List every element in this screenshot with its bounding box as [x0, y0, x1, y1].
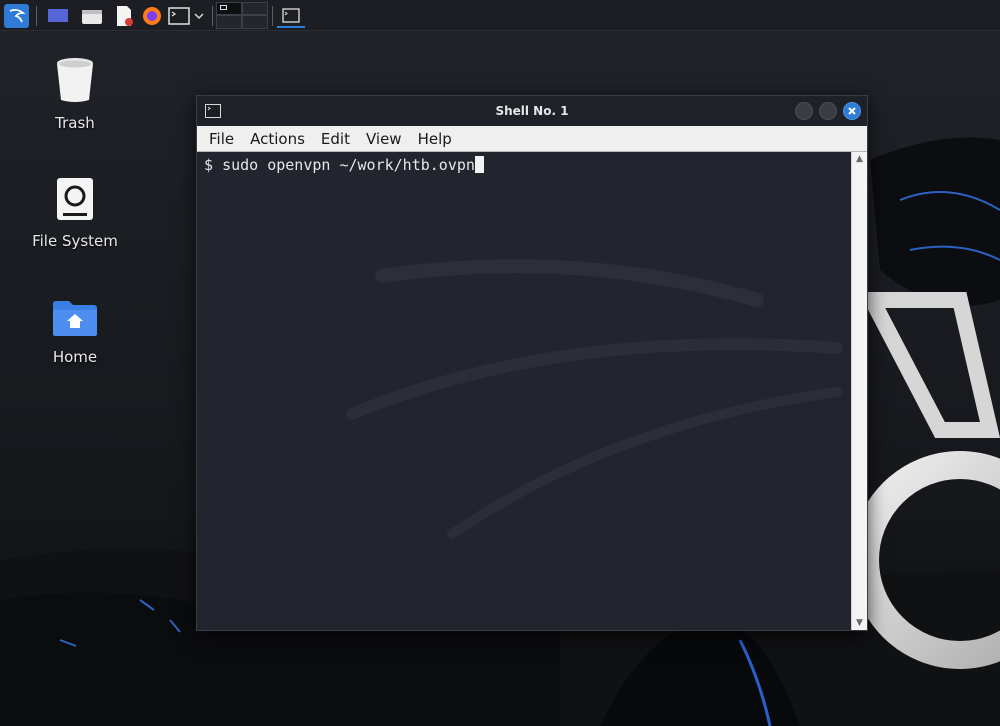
kali-dragon-watermark [346, 259, 843, 539]
close-button[interactable] [843, 102, 861, 120]
window-title: Shell No. 1 [495, 104, 569, 118]
panel-separator [272, 6, 273, 26]
kali-menu-icon [9, 8, 25, 23]
workspace-1[interactable] [216, 2, 242, 15]
terminal-launcher-button[interactable] [167, 4, 191, 28]
terminal-output[interactable]: $ sudo openvpn ~/work/htb.ovpn [197, 152, 851, 630]
terminal-task-icon [282, 7, 300, 23]
menu-edit[interactable]: Edit [313, 130, 358, 148]
file-manager-button[interactable] [78, 4, 106, 28]
taskbar-terminal-task[interactable] [277, 4, 305, 28]
maximize-button[interactable] [819, 102, 837, 120]
menu-file[interactable]: File [201, 130, 242, 148]
terminal-window[interactable]: Shell No. 1 File Actions Edit View Help … [196, 95, 868, 631]
kali-menu-button[interactable] [4, 4, 29, 28]
desktop-icon-label: File System [32, 232, 118, 250]
menu-help[interactable]: Help [410, 130, 460, 148]
desktop-icon-label: Trash [55, 114, 95, 132]
panel-separator [36, 6, 37, 26]
minimize-button[interactable] [795, 102, 813, 120]
firefox-button[interactable] [139, 4, 165, 28]
home-folder-icon [53, 301, 97, 336]
terminal-icon [168, 7, 190, 25]
show-desktop-icon [48, 9, 68, 22]
drive-icon [57, 178, 93, 220]
terminal-prompt-line: $ sudo openvpn ~/work/htb.ovpn [204, 156, 484, 174]
desktop-icon-label: Home [52, 348, 98, 366]
window-menubar: File Actions Edit View Help [197, 126, 867, 152]
text-editor-icon [117, 6, 133, 26]
trash-icon [57, 58, 93, 102]
show-desktop-button[interactable] [44, 4, 72, 28]
scroll-down-arrow-icon[interactable]: ▼ [852, 616, 867, 630]
command-text: sudo openvpn ~/work/htb.ovpn [222, 156, 475, 174]
workspace-switcher[interactable] [216, 2, 268, 29]
workspace-2[interactable] [242, 2, 268, 15]
workspace-3[interactable] [216, 15, 242, 29]
menu-view[interactable]: View [358, 130, 410, 148]
top-panel [0, 0, 1000, 31]
firefox-icon [143, 7, 161, 25]
terminal-dropdown-icon [194, 13, 204, 20]
desktop-icon-file-system[interactable]: File System [20, 176, 130, 250]
text-editor-button[interactable] [110, 4, 138, 28]
prompt-symbol: $ [204, 156, 223, 174]
panel-separator [212, 6, 213, 26]
text-cursor [474, 156, 484, 173]
menu-actions[interactable]: Actions [242, 130, 313, 148]
terminal-dropdown-button[interactable] [192, 4, 206, 28]
desktop-icon-home[interactable]: Home [20, 298, 130, 366]
window-titlebar[interactable]: Shell No. 1 [197, 96, 867, 126]
desktop-icon-trash[interactable]: Trash [20, 56, 130, 132]
scroll-up-arrow-icon[interactable]: ▲ [852, 152, 867, 166]
workspace-4[interactable] [242, 15, 268, 29]
file-manager-icon [82, 10, 102, 24]
close-icon [848, 107, 856, 115]
vertical-scrollbar[interactable]: ▲ ▼ [851, 152, 867, 630]
